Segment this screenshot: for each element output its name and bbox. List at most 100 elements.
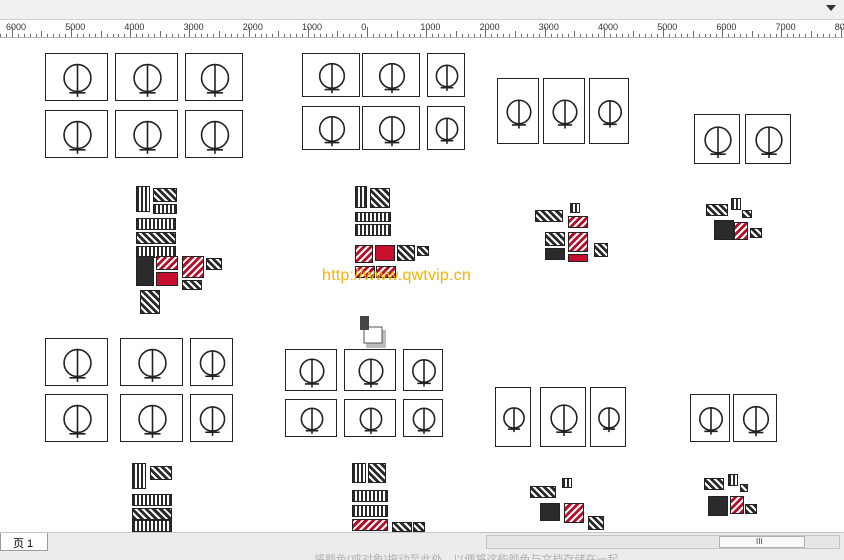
artwork-part[interactable]	[706, 204, 728, 216]
artwork-part[interactable]	[535, 210, 563, 222]
artwork-panel[interactable]	[403, 399, 443, 437]
artwork-part[interactable]	[132, 494, 172, 506]
artwork-part[interactable]	[730, 496, 744, 514]
artwork-part[interactable]	[545, 248, 565, 260]
artwork-part[interactable]	[392, 522, 412, 532]
artwork-panel[interactable]	[190, 394, 233, 442]
artwork-part[interactable]	[370, 188, 390, 208]
artwork-panel[interactable]	[690, 394, 730, 442]
ruler-tick	[201, 34, 203, 37]
artwork-panel[interactable]	[427, 106, 465, 150]
artwork-panel[interactable]	[285, 349, 337, 391]
artwork-panel[interactable]	[45, 394, 108, 442]
artwork-part[interactable]	[132, 520, 172, 532]
artwork-panel[interactable]	[403, 349, 443, 391]
artwork-part[interactable]	[740, 484, 748, 492]
scrollbar-thumb[interactable]: III	[719, 536, 805, 548]
artwork-panel[interactable]	[344, 399, 396, 437]
artwork-panel[interactable]	[589, 78, 629, 144]
artwork-part[interactable]	[352, 519, 388, 531]
artwork-part[interactable]	[136, 218, 176, 230]
artwork-panel[interactable]	[115, 53, 178, 101]
artwork-panel[interactable]	[540, 387, 586, 447]
artwork-panel[interactable]	[45, 338, 108, 386]
artwork-part[interactable]	[355, 212, 391, 222]
artwork-part[interactable]	[156, 256, 178, 270]
artwork-part[interactable]	[182, 256, 204, 278]
artwork-part[interactable]	[355, 224, 391, 236]
artwork-part[interactable]	[417, 246, 429, 256]
artwork-part[interactable]	[352, 490, 388, 502]
artwork-part[interactable]	[564, 503, 584, 523]
artwork-panel[interactable]	[745, 114, 791, 164]
artwork-panel[interactable]	[285, 399, 337, 437]
artwork-part[interactable]	[140, 290, 160, 314]
artwork-panel[interactable]	[694, 114, 740, 164]
artwork-part[interactable]	[132, 508, 172, 520]
artwork-part[interactable]	[206, 258, 222, 270]
horizontal-ruler[interactable]: 6000 5000 4000 3000 2000 1000 0 1000 2000 3000 400…	[0, 20, 844, 38]
artwork-panel[interactable]	[733, 394, 777, 442]
artwork-part[interactable]	[734, 222, 748, 240]
artwork-panel[interactable]	[362, 106, 420, 150]
horizontal-scrollbar[interactable]: III	[486, 535, 840, 549]
artwork-part[interactable]	[355, 186, 367, 208]
artwork-panel[interactable]	[344, 349, 396, 391]
artwork-part[interactable]	[731, 198, 741, 210]
artwork-part[interactable]	[150, 466, 172, 480]
artwork-panel[interactable]	[45, 53, 108, 101]
artwork-part[interactable]	[355, 245, 373, 263]
artwork-part[interactable]	[750, 228, 762, 238]
artwork-panel[interactable]	[190, 338, 233, 386]
artwork-part[interactable]	[136, 232, 176, 244]
artwork-part[interactable]	[562, 478, 572, 488]
artwork-panel[interactable]	[590, 387, 626, 447]
artwork-part[interactable]	[153, 188, 177, 202]
artwork-part[interactable]	[742, 210, 752, 218]
artwork-part[interactable]	[568, 216, 588, 228]
artwork-part[interactable]	[397, 245, 415, 261]
artwork-part[interactable]	[352, 463, 366, 483]
artwork-panel[interactable]	[120, 394, 183, 442]
artwork-panel[interactable]	[185, 53, 243, 101]
artwork-part[interactable]	[540, 503, 560, 521]
artwork-panel[interactable]	[362, 53, 420, 97]
artwork-part[interactable]	[352, 505, 388, 517]
artwork-panel[interactable]	[302, 53, 360, 97]
artwork-part[interactable]	[132, 463, 146, 489]
artwork-part[interactable]	[153, 204, 177, 214]
artwork-panel[interactable]	[302, 106, 360, 150]
artwork-part[interactable]	[136, 186, 150, 212]
artwork-part[interactable]	[728, 474, 738, 486]
artwork-panel[interactable]	[427, 53, 465, 97]
artwork-panel[interactable]	[120, 338, 183, 386]
scroll-down-icon[interactable]	[826, 5, 836, 11]
artwork-part[interactable]	[704, 478, 724, 490]
artwork-part[interactable]	[714, 220, 734, 240]
artwork-panel[interactable]	[185, 110, 243, 158]
artwork-part[interactable]	[136, 256, 154, 286]
artwork-part[interactable]	[708, 496, 728, 516]
artwork-part[interactable]	[570, 203, 580, 213]
artwork-part[interactable]	[745, 504, 757, 514]
artwork-part[interactable]	[568, 232, 588, 252]
artwork-part[interactable]	[156, 272, 178, 286]
artwork-panel[interactable]	[543, 78, 585, 144]
page-tab[interactable]: 页 1	[0, 533, 48, 551]
artwork-part[interactable]	[530, 486, 556, 498]
artwork-panel[interactable]	[495, 387, 531, 447]
artwork-panel[interactable]	[45, 110, 108, 158]
artwork-part[interactable]	[568, 254, 588, 262]
ruler-tick	[183, 34, 185, 37]
artwork-part[interactable]	[588, 516, 604, 530]
artwork-panel[interactable]	[497, 78, 539, 144]
artwork-part[interactable]	[594, 243, 608, 257]
ruler-label: 2000	[242, 22, 263, 32]
artwork-part[interactable]	[545, 232, 565, 246]
drawing-canvas[interactable]: http://www.qwtvip.cn	[0, 38, 844, 532]
artwork-part[interactable]	[375, 245, 395, 261]
artwork-part[interactable]	[182, 280, 202, 290]
artwork-part[interactable]	[413, 522, 425, 532]
artwork-part[interactable]	[368, 463, 386, 483]
artwork-panel[interactable]	[115, 110, 178, 158]
